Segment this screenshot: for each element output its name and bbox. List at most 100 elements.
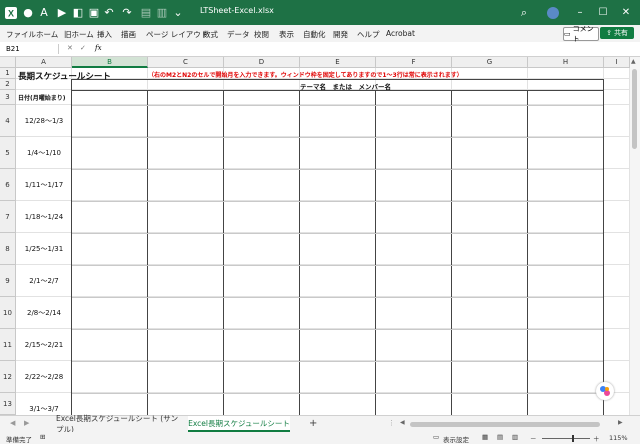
- normal-view-icon[interactable]: ▦: [482, 433, 488, 441]
- row-header[interactable]: 9: [0, 265, 16, 297]
- row-header[interactable]: 1: [0, 68, 16, 79]
- add-sheet-button[interactable]: +: [309, 418, 317, 429]
- horizontal-scrollbar[interactable]: ◀ ▶: [400, 419, 626, 427]
- row-header[interactable]: 4: [0, 105, 16, 137]
- menu-help[interactable]: ヘルプ: [357, 29, 380, 40]
- sheet-tab-sample[interactable]: Excel長期スケジュールシート (サンプル): [56, 414, 184, 434]
- page-layout-view-icon[interactable]: ▤: [497, 433, 503, 441]
- date-cell[interactable]: 1/25～1/31: [16, 244, 72, 254]
- scroll-thumb[interactable]: [632, 69, 637, 149]
- row-header[interactable]: 2: [0, 79, 16, 90]
- clipboard-icon[interactable]: ▤: [140, 5, 152, 20]
- column-header[interactable]: H: [528, 57, 604, 68]
- row-header[interactable]: 8: [0, 233, 16, 265]
- date-cell[interactable]: 12/28～1/3: [16, 116, 72, 126]
- quick-access-more-icon[interactable]: ⌄: [172, 5, 184, 20]
- column-header[interactable]: E: [300, 57, 376, 68]
- menu-view[interactable]: 表示: [279, 29, 294, 40]
- zoom-slider[interactable]: [542, 435, 590, 442]
- table-border: [147, 90, 148, 415]
- menu-home[interactable]: ホーム: [36, 29, 58, 40]
- tab-scroll-right-icon[interactable]: ▶: [24, 419, 29, 427]
- zoom-slider-thumb[interactable]: [572, 435, 574, 442]
- insert-function-label[interactable]: fx: [95, 44, 102, 52]
- enter-icon[interactable]: ✓: [80, 44, 86, 52]
- table-border: [72, 79, 603, 80]
- undo-icon[interactable]: ↶: [102, 5, 116, 20]
- row-header[interactable]: 13: [0, 393, 16, 415]
- date-cell[interactable]: 1/4～1/10: [16, 148, 72, 158]
- hscroll-left-icon[interactable]: ◀: [400, 419, 405, 426]
- excel-app-icon: X: [5, 5, 17, 20]
- display-settings-label[interactable]: 表示設定: [443, 434, 469, 444]
- name-box[interactable]: B21: [2, 44, 59, 54]
- save-icon[interactable]: ◧: [72, 5, 84, 20]
- row-header[interactable]: 6: [0, 169, 16, 201]
- page-break-view-icon[interactable]: ▥: [512, 433, 518, 441]
- font-color-icon[interactable]: A: [38, 5, 50, 20]
- menu-insert[interactable]: 挿入: [97, 29, 112, 40]
- date-cell[interactable]: 2/22～2/28: [16, 372, 72, 382]
- redo-icon[interactable]: ↷: [120, 5, 134, 20]
- vertical-scrollbar[interactable]: ▲: [630, 57, 640, 415]
- select-all-corner[interactable]: [0, 57, 16, 68]
- menu-acrobat[interactable]: Acrobat: [386, 29, 415, 38]
- column-header[interactable]: B: [72, 57, 148, 68]
- worksheet-grid[interactable]: A B C D E F G H I 1 2 3 4 5 6 7 8 9 10 11 12 13 長期スケジュールシート （右の…: [0, 57, 640, 415]
- zoom-out-icon[interactable]: －: [530, 433, 537, 443]
- zoom-level[interactable]: 115%: [609, 434, 628, 442]
- row-border: [72, 137, 603, 138]
- share-button[interactable]: ⇪ 共有: [600, 27, 634, 39]
- menu-data[interactable]: データ: [227, 29, 250, 40]
- column-header[interactable]: F: [376, 57, 452, 68]
- search-icon[interactable]: ⌕: [517, 5, 531, 20]
- scroll-up-icon[interactable]: ▲: [631, 58, 636, 65]
- menu-developer[interactable]: 開発: [333, 29, 348, 40]
- column-header[interactable]: A: [16, 57, 72, 68]
- zoom-in-icon[interactable]: ＋: [593, 433, 600, 443]
- table-border: [299, 90, 300, 415]
- formula-input[interactable]: [112, 44, 627, 54]
- menu-formulas[interactable]: 数式: [203, 29, 218, 40]
- row-header[interactable]: 5: [0, 137, 16, 169]
- copilot-icon[interactable]: [596, 382, 614, 400]
- hscroll-thumb[interactable]: [410, 422, 600, 427]
- menu-old-home[interactable]: 旧ホーム: [64, 29, 94, 40]
- menu-draw[interactable]: 描画: [121, 29, 136, 40]
- display-settings-icon[interactable]: ▭: [433, 433, 439, 441]
- date-cell[interactable]: 1/18～1/24: [16, 212, 72, 222]
- menu-page-layout[interactable]: ページ レイアウト: [146, 29, 208, 40]
- row-header[interactable]: 11: [0, 329, 16, 361]
- row-header[interactable]: 3: [0, 90, 16, 105]
- menu-file[interactable]: ファイル: [6, 29, 36, 40]
- hscroll-right-icon[interactable]: ▶: [618, 419, 623, 426]
- row-header[interactable]: 7: [0, 201, 16, 233]
- date-cell[interactable]: 2/8～2/14: [16, 308, 72, 318]
- avatar[interactable]: [547, 5, 559, 20]
- tab-options-icon[interactable]: ⋮: [388, 419, 395, 427]
- menu-automate[interactable]: 自動化: [303, 29, 326, 40]
- date-cell[interactable]: 2/15～2/21: [16, 340, 72, 350]
- menu-review[interactable]: 校閲: [254, 29, 269, 40]
- row-border: [72, 393, 603, 394]
- row-header[interactable]: 12: [0, 361, 16, 393]
- column-header[interactable]: G: [452, 57, 528, 68]
- minimize-button[interactable]: –: [572, 4, 588, 20]
- column-header[interactable]: D: [224, 57, 300, 68]
- print-icon[interactable]: ▥: [156, 5, 168, 20]
- comments-button[interactable]: ▭ コメント: [563, 25, 599, 43]
- tab-scroll-left-icon[interactable]: ◀: [10, 419, 15, 427]
- column-header[interactable]: C: [148, 57, 224, 68]
- column-header[interactable]: I: [604, 57, 630, 68]
- pointer-icon[interactable]: ▶: [56, 5, 68, 20]
- cancel-icon[interactable]: ✕: [67, 44, 73, 52]
- sheet-tab-active[interactable]: Excel長期スケジュールシート: [188, 416, 290, 432]
- autosave-toggle-icon[interactable]: ●: [22, 5, 34, 20]
- accessibility-icon[interactable]: ⊞: [40, 433, 45, 441]
- row-header[interactable]: 10: [0, 297, 16, 329]
- maximize-button[interactable]: ☐: [595, 4, 611, 20]
- form-icon[interactable]: ▣: [88, 5, 100, 20]
- date-cell[interactable]: 2/1～2/7: [16, 276, 72, 286]
- close-button[interactable]: ✕: [618, 4, 634, 20]
- date-cell[interactable]: 1/11～1/17: [16, 180, 72, 190]
